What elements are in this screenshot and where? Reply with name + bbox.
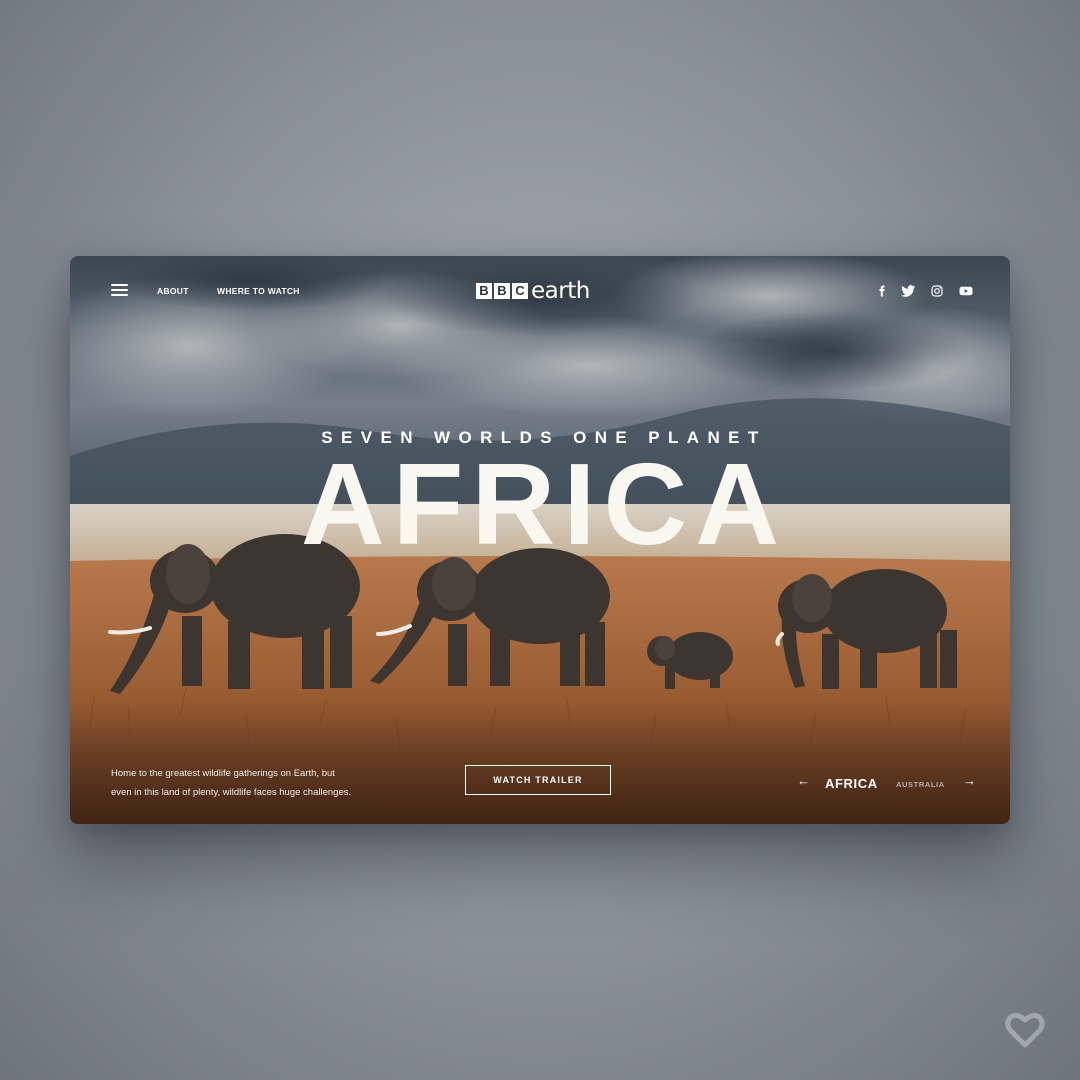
next-region-arrow-icon[interactable]: → bbox=[963, 774, 976, 787]
facebook-icon[interactable] bbox=[875, 285, 889, 297]
top-navigation: ABOUT WHERE TO WATCH B B C earth bbox=[70, 278, 1010, 304]
hero-headline: AFRICA bbox=[300, 439, 788, 569]
hero-description-line-1: Home to the greatest wildlife gatherings… bbox=[111, 768, 335, 779]
hero-card: ABOUT WHERE TO WATCH B B C earth SEVEN W… bbox=[70, 256, 1010, 824]
logo-box-b1: B bbox=[476, 283, 492, 299]
like-heart-icon[interactable] bbox=[1005, 1012, 1045, 1048]
nav-link-where-to-watch[interactable]: WHERE TO WATCH bbox=[217, 286, 300, 296]
watch-trailer-button[interactable]: WATCH TRAILER bbox=[465, 765, 611, 795]
instagram-icon[interactable] bbox=[930, 285, 944, 297]
youtube-icon[interactable] bbox=[959, 285, 973, 297]
twitter-icon[interactable] bbox=[901, 285, 915, 297]
region-current[interactable]: AFRICA bbox=[825, 776, 878, 791]
bbc-earth-logo[interactable]: B B C earth bbox=[476, 278, 590, 304]
menu-icon[interactable] bbox=[111, 284, 128, 297]
hero-description-line-2: even in this land of plenty, wildlife fa… bbox=[111, 787, 352, 798]
previous-region-arrow-icon[interactable]: ← bbox=[797, 774, 810, 787]
nav-link-about[interactable]: ABOUT bbox=[157, 286, 189, 296]
logo-box-c: C bbox=[512, 283, 528, 299]
hero-description: Home to the greatest wildlife gatherings… bbox=[111, 764, 381, 802]
logo-box-b2: B bbox=[494, 283, 510, 299]
logo-word: earth bbox=[531, 278, 590, 304]
region-next[interactable]: AUSTRALIA bbox=[896, 780, 945, 789]
